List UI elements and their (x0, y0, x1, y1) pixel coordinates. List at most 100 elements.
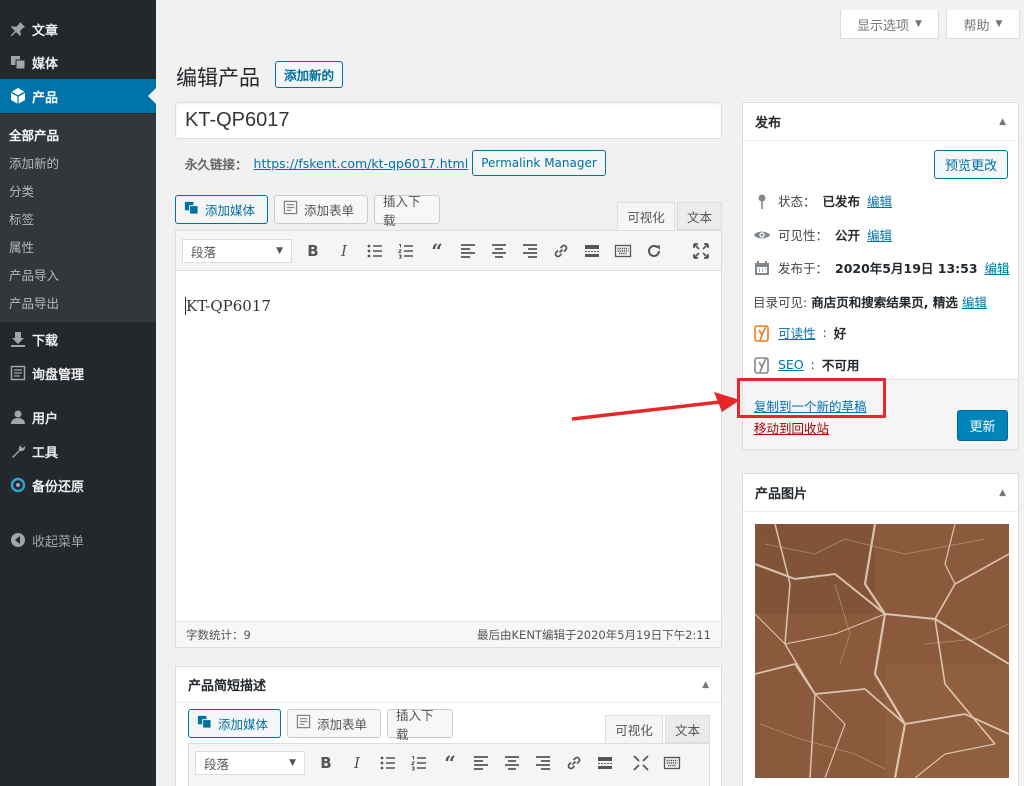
media-icon (6, 54, 30, 70)
visibility-edit-link[interactable]: 编辑 (867, 225, 892, 244)
published-edit-link[interactable]: 编辑 (985, 258, 1010, 277)
add-media-button[interactable]: 添加媒体 (175, 195, 268, 224)
blockquote-button[interactable]: “ (424, 238, 450, 264)
move-to-trash-link[interactable]: 移动到回收站 (754, 418, 829, 437)
short-insert-download-button[interactable]: 插入下载 (387, 708, 453, 742)
tab-text[interactable]: 文本 (677, 202, 722, 230)
sidebar-item-backup[interactable]: 备份还原 (0, 468, 156, 502)
short-add-form-button[interactable]: 添加表单 (287, 709, 381, 738)
sidebar-item-downloads[interactable]: 下载 (0, 322, 156, 356)
short-add-media-button[interactable]: 添加媒体 (188, 709, 281, 738)
align-right-button[interactable] (517, 238, 543, 264)
help-button[interactable]: 帮助 ▼ (946, 10, 1020, 39)
collapse-toggle-icon[interactable]: ▲ (702, 680, 709, 690)
backup-icon (6, 477, 30, 493)
short-description-header[interactable]: 产品简短描述 ▲ (176, 667, 721, 703)
post-title-input[interactable] (175, 102, 722, 139)
refresh-icon (648, 244, 660, 257)
product-image-box: 产品图片 ▲ (742, 473, 1019, 786)
numbered-list-button[interactable] (393, 238, 419, 264)
sidebar-item-media[interactable]: 媒体 (0, 45, 156, 79)
sidebar-item-users[interactable]: 用户 (0, 400, 156, 434)
fullscreen-button[interactable] (688, 238, 714, 264)
red-arrow-annotation (571, 392, 740, 421)
toolbar-toggle-button[interactable] (659, 750, 685, 776)
numbered-list-button[interactable] (406, 750, 432, 776)
fullscreen-button[interactable] (628, 750, 654, 776)
readability-link[interactable]: 可读性 (778, 323, 816, 342)
bold-button[interactable]: B (300, 238, 326, 264)
bullet-list-button[interactable] (362, 238, 388, 264)
align-center-button[interactable] (499, 750, 525, 776)
add-new-button[interactable]: 添加新的 (275, 61, 344, 88)
permalink-manager-button[interactable]: Permalink Manager (472, 150, 606, 176)
sidebar-item-label: 产品 (32, 90, 59, 106)
align-left-button[interactable] (455, 238, 481, 264)
italic-button[interactable]: I (331, 238, 357, 264)
collapse-toggle-icon[interactable]: ▲ (999, 488, 1006, 498)
bullet-list-button[interactable] (375, 750, 401, 776)
admin-sidebar: 文章 媒体 产品 全部产品 添加新的 分类 标签 属性 产品导入 产品导出 下载… (0, 0, 156, 786)
seo-value: 不可用 (821, 358, 860, 373)
read-more-button[interactable] (579, 238, 605, 264)
toolbar-toggle-button[interactable] (610, 238, 636, 264)
short-editor-toolbar: 段落 ▼ B I “ (188, 743, 710, 786)
insert-link-button[interactable] (548, 238, 574, 264)
permalink-label: 永久链接： (185, 156, 248, 172)
bullet-list-icon (367, 244, 382, 258)
short-tab-visual[interactable]: 可视化 (605, 715, 663, 743)
collapse-toggle-icon[interactable]: ▲ (999, 117, 1006, 127)
sidebar-item-label: 媒体 (32, 56, 59, 72)
tab-visual[interactable]: 可视化 (617, 202, 675, 230)
status-edit-link[interactable]: 编辑 (867, 191, 892, 210)
submenu-categories[interactable]: 分类 (9, 181, 34, 200)
product-image-header[interactable]: 产品图片 ▲ (743, 474, 1018, 512)
submenu-tags[interactable]: 标签 (9, 209, 34, 228)
preview-changes-button[interactable]: 预览更改 (933, 150, 1008, 179)
product-image-thumbnail[interactable] (755, 524, 1009, 778)
italic-button[interactable]: I (344, 750, 370, 776)
permalink-url-link[interactable]: https://fskent.com/kt-qp6017.html (254, 156, 469, 171)
bold-button[interactable]: B (313, 750, 339, 776)
user-icon (6, 409, 30, 425)
highlight-box (737, 378, 886, 418)
short-format-select[interactable]: 段落 ▼ (195, 751, 305, 775)
align-center-button[interactable] (486, 238, 512, 264)
sidebar-item-label: 文章 (32, 23, 59, 39)
sidebar-item-products[interactable]: 产品 (0, 79, 156, 113)
submenu-attributes[interactable]: 属性 (9, 237, 34, 256)
catalog-value: 商店页和搜索结果页, 精选 (811, 295, 958, 310)
read-more-button[interactable] (592, 750, 618, 776)
numbered-list-icon (397, 244, 413, 259)
submenu-export[interactable]: 产品导出 (9, 293, 59, 312)
submenu-add-new[interactable]: 添加新的 (9, 153, 59, 172)
products-submenu: 全部产品 添加新的 分类 标签 属性 产品导入 产品导出 (0, 114, 156, 322)
add-form-button[interactable]: 添加表单 (274, 195, 368, 224)
editor-content-area[interactable]: KT-QP6017 (185, 297, 271, 315)
catalog-edit-link[interactable]: 编辑 (962, 292, 987, 311)
seo-link[interactable]: SEO (778, 357, 804, 372)
format-select[interactable]: 段落 ▼ (182, 239, 292, 263)
align-right-button[interactable] (530, 750, 556, 776)
sidebar-item-inquiries[interactable]: 询盘管理 (0, 356, 156, 390)
screen-options-button[interactable]: 显示选项 ▼ (840, 10, 939, 39)
align-center-icon (505, 756, 519, 770)
align-left-button[interactable] (468, 750, 494, 776)
permalink-row: 永久链接： https://fskent.com/kt-qp6017.html … (185, 150, 606, 176)
numbered-list-icon (410, 756, 426, 771)
blockquote-button[interactable]: “ (437, 750, 463, 776)
collapse-menu-button[interactable]: 收起菜单 (0, 523, 156, 557)
submenu-import[interactable]: 产品导入 (9, 265, 59, 284)
refresh-button[interactable] (641, 238, 667, 264)
submenu-all-products[interactable]: 全部产品 (9, 125, 59, 144)
update-button[interactable]: 更新 (957, 410, 1008, 441)
sidebar-item-posts[interactable]: 文章 (0, 12, 156, 46)
short-tab-text[interactable]: 文本 (665, 715, 710, 743)
publish-header[interactable]: 发布 ▲ (743, 103, 1018, 141)
sidebar-item-label: 工具 (32, 445, 59, 461)
insert-link-button[interactable] (561, 750, 587, 776)
yoast-readability-icon (753, 324, 771, 342)
pin-icon (6, 21, 30, 37)
insert-download-button[interactable]: 插入下载 (374, 194, 440, 228)
sidebar-item-tools[interactable]: 工具 (0, 434, 156, 468)
